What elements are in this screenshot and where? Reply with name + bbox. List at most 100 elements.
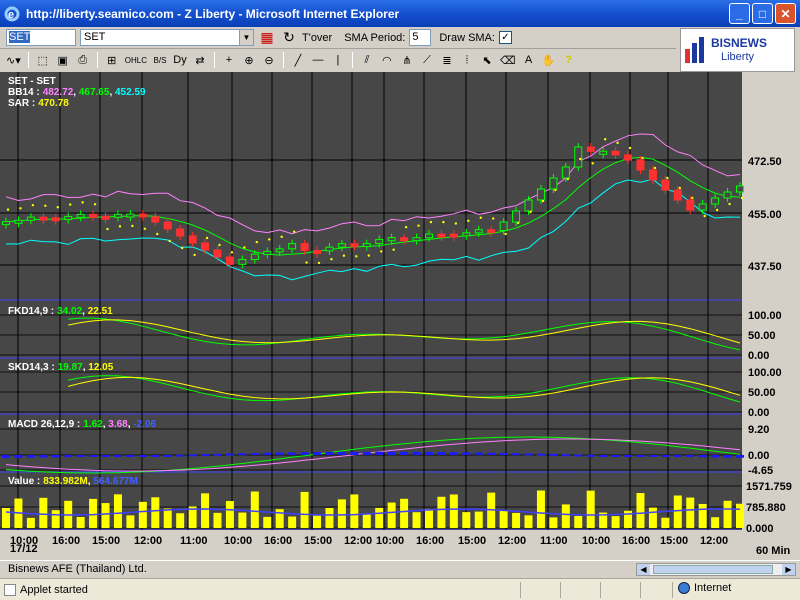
draw-sma-label: Draw SMA: <box>439 31 495 44</box>
refresh-icon[interactable]: ↻ <box>280 29 298 47</box>
value-bar <box>387 502 396 528</box>
hline-icon[interactable]: — <box>309 51 327 69</box>
ohlc-icon[interactable]: OHLC <box>123 51 149 69</box>
sar-dot <box>653 166 657 170</box>
candle-body <box>661 179 670 191</box>
candle-body <box>561 166 570 179</box>
candle-body <box>201 242 210 251</box>
cursor-box-icon[interactable]: ⬚ <box>34 51 52 69</box>
candle-body <box>138 213 147 218</box>
channel-icon[interactable]: ⫽ <box>358 51 376 69</box>
symbol-combo[interactable]: SET ▼ <box>80 29 254 46</box>
sar-dot <box>529 210 532 214</box>
skd-k-value: 19.87 <box>58 362 83 373</box>
sar-dot <box>106 227 109 231</box>
value-bar <box>437 496 446 528</box>
sar-dot <box>268 238 271 241</box>
sma-period-input[interactable]: 5 <box>409 29 432 46</box>
dy-icon[interactable]: Dy <box>171 51 189 69</box>
horizontal-scrollbar[interactable]: ◀ ▶ <box>636 563 796 576</box>
candle-body <box>101 215 110 220</box>
hand-icon[interactable]: ✋ <box>540 51 558 69</box>
save-icon[interactable]: ▣ <box>54 51 72 69</box>
candle-body <box>325 246 334 252</box>
ray-icon[interactable]: ⟋ <box>418 51 436 69</box>
print-icon[interactable]: ⎙ <box>74 51 92 69</box>
trendline-icon[interactable]: ╱ <box>289 51 307 69</box>
value-bar <box>536 490 545 528</box>
macd-histogram-bar <box>225 453 234 456</box>
value-value-2: 564.677M <box>93 476 137 487</box>
arc-icon[interactable]: ◠ <box>378 51 396 69</box>
value-bar <box>561 504 570 528</box>
macd-histogram-bar <box>350 451 359 455</box>
time-tick-label: 16:00 <box>416 535 444 547</box>
sar-dot <box>467 219 470 223</box>
macd-histogram-bar <box>113 455 122 457</box>
macd-histogram-bar <box>101 455 110 457</box>
candle-body <box>300 243 309 252</box>
maximize-button[interactable]: □ <box>752 3 773 24</box>
chart-area[interactable]: 472.50 455.00 437.50 100.00 50.00 0.00 100.00 5… <box>0 72 800 560</box>
color-grid-icon[interactable]: ▦ <box>258 29 276 47</box>
macd-histogram-bar <box>711 455 720 458</box>
cycle-icon[interactable]: ⦙ <box>458 51 476 69</box>
indicator-icon[interactable]: ⊞ <box>103 51 121 69</box>
value-bar <box>138 501 147 528</box>
macd-histogram-bar <box>151 455 160 457</box>
time-tick-label: 10:00 <box>582 535 610 547</box>
fan-icon[interactable]: ⋔ <box>398 51 416 69</box>
macd-histogram-bar <box>648 455 657 457</box>
draw-sma-checkbox[interactable]: ✓ <box>498 31 512 44</box>
scroll-right-icon[interactable]: ▶ <box>782 564 795 575</box>
stock-chart[interactable]: 472.50 455.00 437.50 100.00 50.00 0.00 100.00 5… <box>0 72 800 560</box>
time-tick-label: 16:00 <box>52 535 80 547</box>
chevron-down-icon[interactable]: ▼ <box>239 30 253 45</box>
zoom-in-icon[interactable]: ⊕ <box>240 51 258 69</box>
value-bar <box>101 503 110 528</box>
macd-histogram-bar <box>524 453 533 456</box>
symbol-input[interactable]: SET <box>6 29 76 46</box>
minimize-button[interactable]: _ <box>729 3 750 24</box>
bb-lower-value: 452.59 <box>115 87 146 98</box>
svg-text:BISNEWS: BISNEWS <box>711 36 767 50</box>
zoom-out-icon[interactable]: ⊖ <box>260 51 278 69</box>
tover-label[interactable]: T'over <box>302 32 332 44</box>
bisnews-logo[interactable]: BISNEWS Liberty <box>680 28 795 72</box>
crosshair-icon[interactable]: + <box>220 51 238 69</box>
macd-histogram-bar <box>412 451 421 455</box>
help-icon[interactable]: ? <box>560 51 578 69</box>
bisnews-logo-mark: BISNEWS Liberty <box>685 36 767 63</box>
candle-body <box>14 219 23 224</box>
select-icon[interactable]: ⬉ <box>478 51 496 69</box>
line-style-icon[interactable]: ∿▾ <box>4 51 23 69</box>
sar-dot <box>230 251 234 254</box>
value-bar <box>250 491 259 528</box>
buy-sell-icon[interactable]: B/S <box>151 51 169 69</box>
sar-dot <box>118 225 122 228</box>
fibo-icon[interactable]: ≣ <box>438 51 456 69</box>
candle-body <box>313 250 322 255</box>
scroll-thumb[interactable] <box>653 565 773 574</box>
value-label: Value : <box>8 476 40 487</box>
time-tick-label: 12:00 <box>134 535 162 547</box>
sar-dot <box>180 246 184 250</box>
close-button[interactable]: ✕ <box>775 3 796 24</box>
macd-tick-label: 0.00 <box>748 450 769 462</box>
value-bar <box>512 512 521 528</box>
value-bar <box>76 516 85 528</box>
exchange-icon[interactable]: ⇄ <box>191 51 209 69</box>
candle-body <box>599 150 608 155</box>
text-icon[interactable]: A <box>520 51 538 69</box>
candle-body <box>89 213 98 218</box>
svg-text:BB14 :482.72, 467.65, 452.59: BB14 :482.72, 467.65, 452.59 <box>8 87 146 98</box>
time-tick-label: 11:00 <box>540 535 568 547</box>
eraser-icon[interactable]: ⌫ <box>498 51 518 69</box>
scroll-left-icon[interactable]: ◀ <box>637 564 650 575</box>
sar-dot <box>205 236 209 240</box>
vline-icon[interactable]: | <box>329 51 347 69</box>
fkd-tick-label: 100.00 <box>748 310 782 322</box>
fkd-d-value: 22.51 <box>88 306 113 317</box>
candle-body <box>2 221 10 226</box>
candle-body <box>64 216 73 221</box>
